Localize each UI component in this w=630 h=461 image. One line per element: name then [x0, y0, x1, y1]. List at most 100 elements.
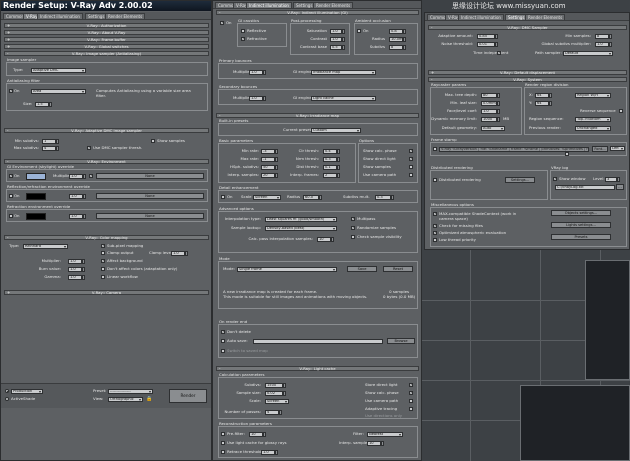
spinner-icon[interactable] [83, 174, 86, 179]
filter-on-checkbox[interactable]: ✓ [9, 89, 13, 93]
multipass-checkbox[interactable]: ✓ [351, 217, 355, 221]
refr-env-color-swatch[interactable] [26, 213, 46, 220]
rollout-color-mapping[interactable]: - V-Ray:: Color mapping [4, 235, 209, 240]
region-y-input[interactable]: 64 [535, 101, 549, 106]
prefilter-checkbox[interactable] [221, 432, 225, 436]
spinner-icon[interactable] [549, 93, 552, 98]
ao-amount-input[interactable]: 0.8 [389, 29, 403, 34]
default-geometry-dropdown[interactable]: Auto [481, 126, 505, 131]
reverse-sequence-checkbox[interactable] [619, 109, 623, 113]
presets-button[interactable]: Presets [551, 234, 611, 240]
refl-env-map-button[interactable]: None [96, 193, 204, 199]
gi-env-map-toggle[interactable]: ✓ [89, 174, 93, 178]
contrast-input[interactable]: 1.0 [330, 37, 342, 42]
tab-render-elements[interactable]: Render Elements [525, 14, 566, 20]
irr-show-samples-checkbox[interactable] [409, 165, 413, 169]
view-dropdown[interactable]: Orthographic [108, 397, 143, 402]
rollout-light-cache[interactable]: - V-Ray:: Light cache [216, 366, 419, 371]
time-independent-checkbox[interactable]: ✓ [497, 51, 501, 55]
rollout-about-vray[interactable]: + V-Ray:: About V-Ray [4, 30, 209, 35]
tab-indirect-illumination[interactable]: Indirect illumination [37, 13, 83, 19]
log-browse-button[interactable]: ... [616, 184, 624, 190]
spinner-icon[interactable] [617, 177, 620, 182]
clr-thresh-input[interactable]: 0.4 [323, 149, 337, 154]
lc-filter-dropdown[interactable]: Nearest [367, 432, 403, 437]
spinner-icon[interactable] [342, 29, 345, 34]
show-calc-phase-checkbox[interactable]: ✓ [409, 149, 413, 153]
spinner-icon[interactable] [495, 34, 498, 39]
ao-on-checkbox[interactable] [357, 29, 361, 33]
adaptive-tracing-checkbox[interactable] [409, 407, 413, 411]
spinner-icon[interactable] [263, 70, 266, 75]
filter-dropdown[interactable]: Area [31, 89, 86, 94]
nrm-thresh-input[interactable]: 0.3 [323, 157, 337, 162]
spinner-icon[interactable] [497, 109, 500, 114]
dynamic-memory-input[interactable]: 1000 [481, 117, 497, 122]
detail-scale-dropdown[interactable]: Screen [253, 195, 281, 200]
switch-saved-map-checkbox[interactable] [221, 349, 225, 353]
spinner-icon[interactable] [56, 146, 59, 151]
spinner-icon[interactable] [342, 37, 345, 42]
spinner-icon[interactable] [497, 93, 500, 98]
max-subdivs-input[interactable]: 4 [42, 146, 56, 151]
linear-workflow-checkbox[interactable] [101, 275, 105, 279]
spinner-icon[interactable] [337, 149, 340, 154]
region-units-dropdown[interactable]: Region W/H [575, 93, 611, 98]
spinner-icon[interactable] [283, 383, 286, 388]
interp-samples-input[interactable]: 20 [261, 173, 275, 178]
spinner-icon[interactable] [319, 195, 322, 200]
spinner-icon[interactable] [279, 410, 282, 415]
rollout-indirect-illumination[interactable]: - V-Ray:: Indirect illumination (GI) [216, 10, 419, 15]
preset-dropdown[interactable]: ---------------- [108, 389, 153, 394]
tab-indirect-illumination[interactable]: Indirect illumination [246, 2, 292, 8]
dr-settings-button[interactable]: Settings... [505, 177, 535, 183]
retrace-input[interactable]: 1.0 [261, 450, 275, 455]
spinner-icon[interactable] [83, 214, 86, 219]
activeshade-radio[interactable] [5, 397, 9, 401]
primary-multiplier-input[interactable]: 1.0 [249, 70, 263, 75]
mode-dropdown[interactable]: Single frame [237, 267, 337, 272]
min-subdivs-input[interactable]: 1 [42, 139, 56, 144]
rollout-dmc-sampler[interactable]: - V-Ray:: DMC Sampler [428, 25, 627, 30]
previous-render-dropdown[interactable]: Unchanged [575, 126, 611, 131]
refr-env-map-button[interactable]: None [96, 213, 204, 219]
secondary-multiplier-input[interactable]: 1.0 [249, 96, 263, 101]
refractive-checkbox[interactable]: ✓ [241, 37, 245, 41]
show-window-checkbox[interactable]: ✓ [553, 177, 557, 181]
spinner-icon[interactable] [82, 259, 85, 264]
region-sequence-dropdown[interactable]: Top->Bottom [575, 117, 611, 122]
gi-env-multiplier-input[interactable]: 1.0 [69, 174, 83, 179]
rollout-authorization[interactable]: + V-Ray:: Authorization [4, 23, 209, 28]
tab-render-elements[interactable]: Render Elements [105, 13, 146, 19]
spinner-icon[interactable] [609, 42, 612, 47]
cm-multiplier-input[interactable]: 1.0 [68, 259, 82, 264]
auto-save-path-input[interactable] [253, 339, 383, 344]
spinner-icon[interactable] [82, 267, 85, 272]
max-tree-depth-input[interactable]: 80 [481, 93, 497, 98]
refl-env-color-swatch[interactable] [26, 193, 46, 200]
saturation-input[interactable]: 1.0 [330, 29, 342, 34]
spinner-icon[interactable] [263, 96, 266, 101]
lc-scale-dropdown[interactable]: Screen [265, 399, 289, 404]
spinner-icon[interactable] [275, 165, 278, 170]
distributed-rendering-checkbox[interactable] [433, 178, 437, 182]
rollout-frame-buffer[interactable]: + V-Ray:: Frame buffer [4, 37, 209, 42]
path-sampler-dropdown[interactable]: Default [563, 51, 613, 56]
check-missing-checkbox[interactable]: ✓ [433, 224, 437, 228]
spinner-icon[interactable] [342, 45, 345, 50]
min-samples-input[interactable]: 8 [595, 34, 609, 39]
refr-env-multiplier-input[interactable]: 1.0 [69, 214, 83, 219]
frame-stamp-checkbox[interactable] [433, 147, 437, 151]
store-direct-light-checkbox[interactable]: ✓ [409, 383, 413, 387]
ao-radius-input[interactable]: 10.0mm [389, 37, 403, 42]
optimized-atmo-checkbox[interactable]: ✓ [433, 231, 437, 235]
gi-on-checkbox[interactable]: ✓ [220, 21, 224, 25]
lights-settings-button[interactable]: Lights settings... [551, 222, 611, 228]
save-map-button[interactable]: Save [347, 266, 377, 272]
production-radio[interactable] [5, 389, 9, 393]
subpixel-mapping-checkbox[interactable]: ✓ [101, 244, 105, 248]
refl-env-on-checkbox[interactable] [9, 194, 13, 198]
contrast-base-input[interactable]: 0.5 [330, 45, 342, 50]
sampler-type-dropdown[interactable]: Adaptive DMC [31, 68, 86, 73]
min-rate-input[interactable]: -3 [261, 149, 275, 154]
